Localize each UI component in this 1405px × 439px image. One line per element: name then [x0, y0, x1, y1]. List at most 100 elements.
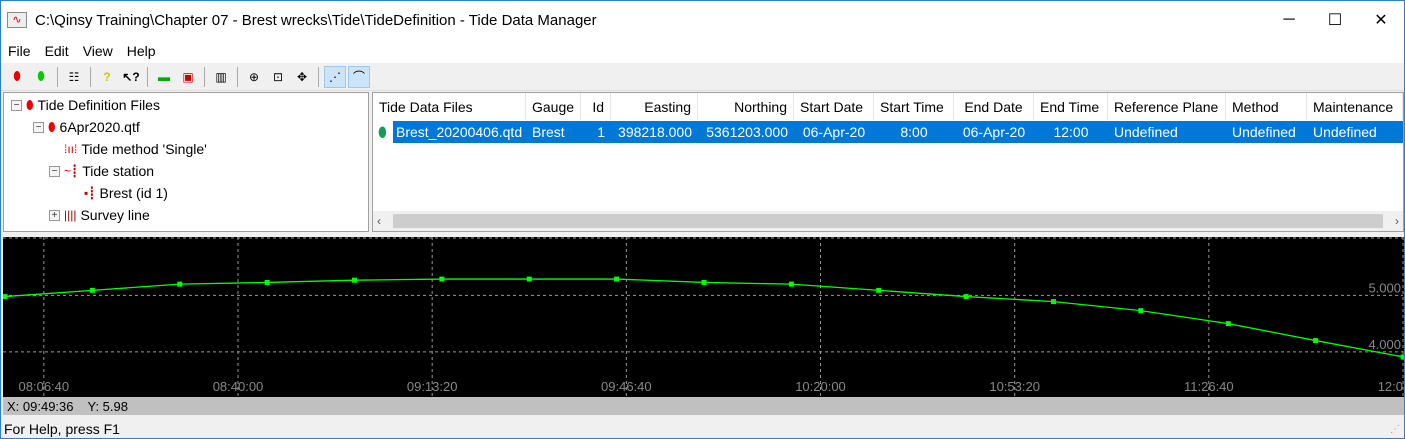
scrollbar-thumb[interactable]	[393, 214, 1383, 228]
collapse-icon[interactable]: −	[33, 121, 44, 133]
data-point	[876, 287, 882, 293]
data-point	[439, 276, 445, 282]
data-point	[788, 281, 794, 287]
data-point	[264, 279, 270, 285]
collapse-icon[interactable]: −	[11, 99, 22, 111]
column-header[interactable]: Easting	[611, 93, 698, 120]
green-database-icon[interactable]: ⬮	[30, 66, 52, 88]
line-icon[interactable]: ⌒	[348, 65, 370, 88]
tide-data-list: Tide Data Files Gauge Id Easting Northin…	[372, 92, 1404, 232]
station-icon[interactable]: ▬	[153, 66, 175, 88]
points-icon[interactable]: ⋰	[324, 65, 346, 88]
tide-method-icon: ⁞ıı⁞	[64, 142, 78, 156]
collapse-icon[interactable]: −	[49, 165, 60, 177]
x-tick-label: 08:06:40	[19, 379, 70, 394]
data-point	[526, 276, 532, 282]
data-point	[2, 294, 8, 300]
data-point	[1138, 308, 1144, 314]
data-point	[1051, 299, 1056, 305]
x-tick-label: 11:26:40	[1184, 379, 1234, 394]
menu-help[interactable]: Help	[120, 43, 163, 59]
column-header[interactable]: Maintenance	[1307, 93, 1403, 120]
cursor-y: Y: 5.98	[87, 398, 128, 414]
tree-node-survey-line[interactable]: + |||| Survey line	[49, 207, 150, 223]
tree-node-method[interactable]: ⁞ıı⁞ Tide method 'Single'	[64, 141, 207, 157]
column-header[interactable]: Northing	[698, 93, 794, 120]
numeric-icon[interactable]: ▥	[210, 66, 232, 88]
zoom-in-icon[interactable]: ⊕	[243, 66, 265, 88]
data-point	[177, 281, 183, 287]
expand-icon[interactable]: +	[49, 209, 60, 221]
data-point	[614, 276, 620, 282]
column-header[interactable]: Start Date	[794, 93, 874, 120]
cursor-x: X: 09:49:36	[7, 398, 74, 414]
cell-reference-plane: Undefined	[1114, 124, 1178, 140]
window-title: C:\Qinsy Training\Chapter 07 - Brest wre…	[35, 11, 597, 29]
data-point	[701, 279, 707, 285]
tide-chart[interactable]: 08:06:40 08:40:00 09:13:20 09:46:40 10:20:00…	[2, 237, 1405, 397]
tide-series-line	[4, 278, 1404, 358]
column-header[interactable]: End Time	[1034, 93, 1108, 120]
zoom-extents-icon[interactable]: ✥	[291, 66, 313, 88]
tree-node-file[interactable]: − ⬮ 6Apr2020.qtf	[33, 119, 140, 135]
tide-file-icon: ⬮	[378, 124, 387, 140]
scroll-left-icon[interactable]: ‹	[377, 214, 381, 228]
column-header[interactable]: End Date	[954, 93, 1034, 120]
tree-label: Tide station	[82, 163, 155, 179]
tree-node-station[interactable]: − ~┋ Tide station	[49, 163, 154, 179]
column-header[interactable]: Tide Data Files	[373, 93, 526, 120]
column-header[interactable]: Reference Plane	[1108, 93, 1226, 120]
context-help-icon[interactable]: ↖?	[120, 66, 142, 88]
separator	[237, 66, 238, 87]
tree-node-root[interactable]: − ⬮ Tide Definition Files	[11, 97, 160, 113]
maximize-button[interactable]: ☐	[1312, 1, 1358, 39]
red-database-icon[interactable]: ⬮	[6, 66, 28, 88]
tree-label: Tide method 'Single'	[81, 141, 207, 157]
cell-easting: 398218.000	[618, 124, 692, 140]
help-icon[interactable]: ?	[96, 66, 118, 88]
column-header[interactable]: Id	[581, 93, 611, 120]
list-icon[interactable]: ☷	[63, 66, 85, 88]
tree-label: Tide Definition Files	[37, 97, 160, 113]
data-point	[352, 277, 357, 283]
tree-node-gauge[interactable]: ▪┋ Brest (id 1)	[84, 185, 168, 201]
data-point	[89, 287, 95, 293]
x-tick-label: 08:40:00	[213, 379, 264, 394]
display-icon[interactable]: ▣	[177, 66, 199, 88]
cell-end-time: 12:00	[1053, 124, 1089, 140]
scroll-right-icon[interactable]: ›	[1395, 214, 1399, 228]
cell-gauge: Brest	[532, 124, 565, 140]
zoom-window-icon[interactable]: ⊡	[267, 66, 289, 88]
separator	[318, 66, 319, 87]
x-tick-label: 10:20:00	[795, 379, 846, 394]
data-point	[1225, 321, 1231, 327]
y-tick-label: 4.000	[1368, 337, 1401, 352]
cell-start-time: 8:00	[900, 124, 928, 140]
separator	[147, 66, 148, 87]
menu-file[interactable]: File	[1, 43, 38, 59]
minimize-button[interactable]: ─	[1266, 1, 1312, 39]
x-tick-label: 09:13:20	[407, 379, 458, 394]
cell-start-date: 06-Apr-20	[802, 124, 866, 140]
menu-edit[interactable]: Edit	[38, 43, 76, 59]
column-header[interactable]: Start Time	[874, 93, 954, 120]
toolbar: ⬮ ⬮ ☷ ? ↖? ▬ ▣ ▥ ⊕ ⊡ ✥ ⋰ ⌒	[1, 63, 1404, 91]
close-button[interactable]: ✕	[1358, 1, 1404, 39]
cell-end-date: 06-Apr-20	[962, 124, 1026, 140]
resize-grip-icon[interactable]: ⋰	[1390, 424, 1400, 435]
menu-bar: File Edit View Help	[1, 39, 1404, 63]
app-icon: ∿	[7, 12, 27, 28]
column-header[interactable]: Gauge	[526, 93, 581, 120]
tree-label: Survey line	[80, 207, 150, 223]
tree-label: Brest (id 1)	[99, 185, 168, 201]
cell-id: 1	[597, 124, 605, 140]
column-header[interactable]: Method	[1226, 93, 1307, 120]
cell-northing: 5361203.000	[706, 124, 788, 140]
separator	[204, 66, 205, 87]
red-database-icon: ⬮	[48, 119, 56, 134]
separator	[90, 66, 91, 87]
x-tick-label: 09:46:40	[601, 379, 652, 394]
menu-view[interactable]: View	[76, 43, 120, 59]
survey-line-icon: ||||	[64, 208, 77, 222]
tree-view: − ⬮ Tide Definition Files − ⬮ 6Apr2020.qtf ⁞…	[3, 92, 369, 232]
